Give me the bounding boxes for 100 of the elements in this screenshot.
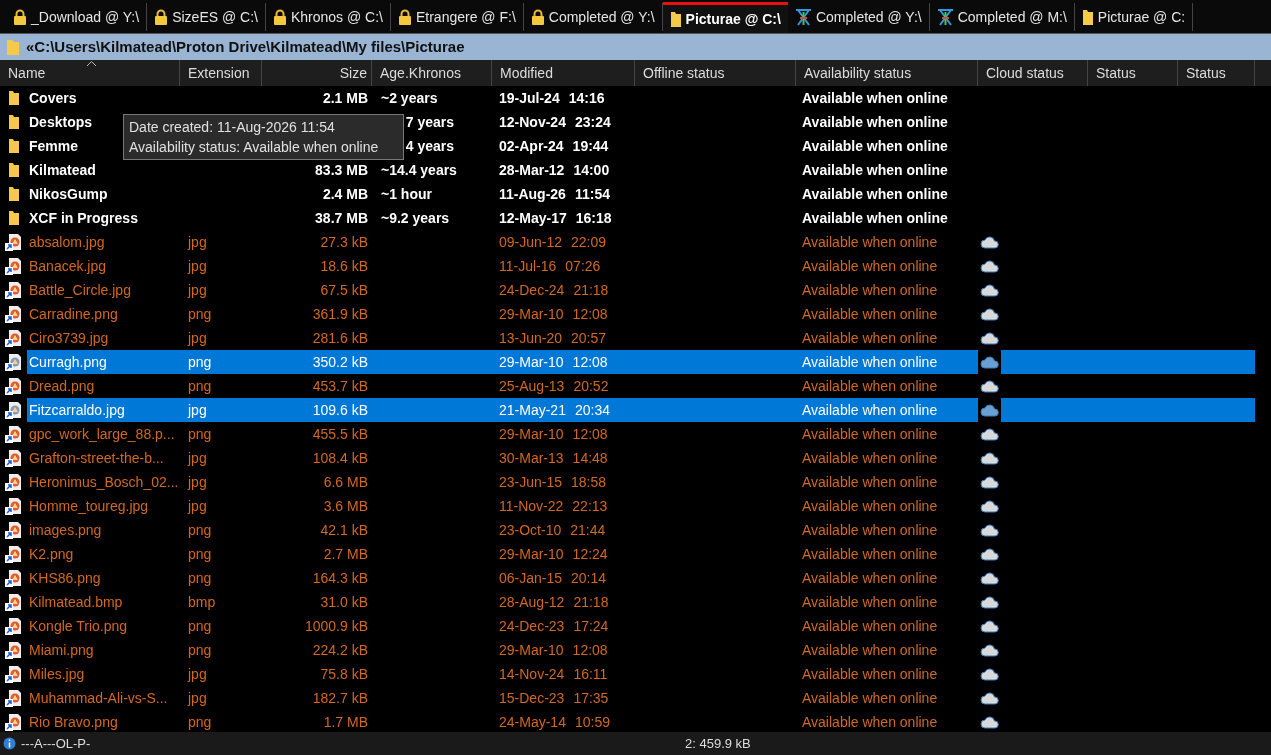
table-cell-text: 83.3 MB	[314, 160, 369, 180]
file-name[interactable]: Carradine.png	[27, 302, 180, 326]
folder-icon	[7, 138, 20, 154]
table-cell-text: 224.2 kB	[311, 640, 369, 660]
file-name[interactable]: Fitzcarraldo.jpg	[27, 398, 180, 422]
file-name[interactable]: Curragh.png	[27, 350, 180, 374]
table-cell-text: 455.5 kB	[311, 424, 369, 444]
image-file-icon	[4, 497, 23, 515]
file-name[interactable]: Kongle Trio.png	[27, 614, 180, 638]
table-cell-text: 24-Dec-24	[499, 280, 565, 300]
table-cell-text: jpg	[186, 688, 208, 708]
table-cell-text: 29-Mar-10	[499, 352, 564, 372]
row-highlight[interactable]: Fitzcarraldo.jpg jpg 109.6 kB 21-May-21 20:34 Available when online	[27, 398, 1255, 422]
tab[interactable]: Khronos @ C:\	[265, 3, 391, 31]
table-cell-text: png	[187, 352, 213, 372]
file-name[interactable]: Ciro3739.jpg	[27, 326, 180, 350]
cloud-icon	[979, 715, 1000, 729]
table-cell-text: Available when online	[801, 208, 949, 228]
table-cell-text: jpg	[186, 400, 208, 420]
table-cell-text: Available when online	[801, 328, 939, 348]
file-name[interactable]: NikosGump	[27, 182, 180, 206]
file-name[interactable]: XCF in Progress	[27, 206, 180, 230]
image-file-icon	[4, 377, 23, 395]
table-cell-text: jpg	[186, 232, 208, 252]
table-cell-text: 108.4 kB	[311, 448, 369, 468]
file-name[interactable]: Kilmatead.bmp	[27, 590, 180, 614]
column-header[interactable]: Status	[1178, 60, 1255, 86]
file-name[interactable]: Kilmatead	[27, 158, 180, 182]
file-name[interactable]: Homme_toureg.jpg	[27, 494, 180, 518]
table-cell-text: 18.6 kB	[319, 256, 369, 276]
file-name[interactable]: absalom.jpg	[27, 230, 180, 254]
table-cell-text: png	[187, 712, 213, 732]
table-cell-text: Available when online	[801, 520, 939, 540]
column-header[interactable]: Offline status	[635, 60, 796, 86]
file-name[interactable]: KHS86.png	[27, 566, 180, 590]
table-cell-text: ~1 hour	[380, 184, 433, 204]
column-header[interactable]: Age.Khronos	[372, 60, 492, 86]
table-cell-text: 24-Dec-23	[499, 616, 565, 636]
file-name[interactable]: Miles.jpg	[27, 662, 180, 686]
file-name[interactable]: gpc_work_large_88.p...	[27, 422, 180, 446]
file-name[interactable]: Rio Bravo.png	[27, 710, 180, 732]
folder-icon	[6, 38, 20, 56]
tab[interactable]: Completed @ M:\	[929, 3, 1075, 31]
cloud-icon	[979, 259, 1000, 273]
table-cell-text: 20:34	[574, 400, 610, 420]
file-name[interactable]: Miami.png	[27, 638, 180, 662]
table-cell-text: 02-Apr-24	[499, 136, 564, 156]
table-cell-text: Available when online	[801, 160, 949, 180]
file-name[interactable]: Muhammad-Ali-vs-S...	[27, 686, 180, 710]
table-cell-text: jpg	[186, 256, 208, 276]
column-header[interactable]: Size	[262, 60, 372, 86]
table-cell-text: Available when online	[801, 640, 939, 660]
cloud-icon	[979, 331, 1000, 345]
tab[interactable]: Etrangere @ F:\	[390, 3, 524, 31]
table-cell-text: 27.3 kB	[319, 232, 369, 252]
file-name[interactable]: Dread.png	[27, 374, 180, 398]
table-cell-text: Available when online	[801, 448, 939, 468]
folder-icon	[7, 162, 20, 178]
tab[interactable]: Completed @ Y:\	[523, 3, 663, 31]
file-name[interactable]: Heronimus_Bosch_02...	[27, 470, 180, 494]
row-highlight[interactable]: Curragh.png png 350.2 kB 29-Mar-10 12:08 Available when online	[27, 350, 1255, 374]
file-name[interactable]: K2.png	[27, 542, 180, 566]
table-cell-text: 21:44	[570, 520, 606, 540]
table-cell-text: 17:24	[573, 616, 609, 636]
tab[interactable]: _Download @ Y:\	[6, 3, 148, 31]
lock-icon	[530, 8, 545, 26]
table-cell-text: 3.6 MB	[322, 496, 369, 516]
folder-icon	[7, 114, 20, 130]
file-name[interactable]: Covers	[27, 86, 180, 110]
cloud-icon	[979, 499, 1000, 513]
cloud-icon	[979, 235, 1000, 249]
table-cell-text: Available when online	[801, 280, 939, 300]
table-cell-text: Available when online	[801, 592, 939, 612]
lock-icon	[13, 8, 27, 26]
lock-icon	[272, 8, 287, 26]
file-name[interactable]: images.png	[27, 518, 180, 542]
cloud-icon	[979, 619, 1000, 633]
table-cell-text: 12:08	[572, 304, 608, 324]
tab[interactable]: Completed @ Y:\	[787, 3, 930, 31]
column-header[interactable]: Name	[0, 60, 180, 86]
tab[interactable]: Picturae @ C:	[1074, 3, 1194, 31]
column-header[interactable]: Modified	[492, 60, 635, 86]
tooltip: Date created: 11-Aug-2026 11:54 Availability status: Available when online	[123, 114, 404, 160]
table-cell-text: 11-Nov-22	[499, 496, 564, 516]
table-cell-text: Available when online	[801, 568, 939, 588]
column-header[interactable]: Extension	[180, 60, 262, 86]
column-header[interactable]: Availability status	[796, 60, 978, 86]
tab[interactable]: Picturae @ C:\	[662, 2, 788, 33]
tab[interactable]: SizeES @ C:\	[147, 3, 266, 31]
table-cell-text: 13-Jun-20	[499, 328, 563, 348]
column-header[interactable]: Status	[1088, 60, 1178, 86]
table-cell-text: png	[187, 304, 213, 324]
table-cell-text: 20:14	[571, 568, 607, 588]
table-cell-text: 281.6 kB	[311, 328, 369, 348]
file-name[interactable]: Banacek.jpg	[27, 254, 180, 278]
table-cell-text: bmp	[187, 592, 217, 612]
file-name[interactable]: Grafton-street-the-b...	[27, 446, 180, 470]
image-file-icon	[4, 521, 23, 539]
table-cell-text: Available when online	[801, 88, 949, 108]
file-name[interactable]: Battle_Circle.jpg	[27, 278, 180, 302]
